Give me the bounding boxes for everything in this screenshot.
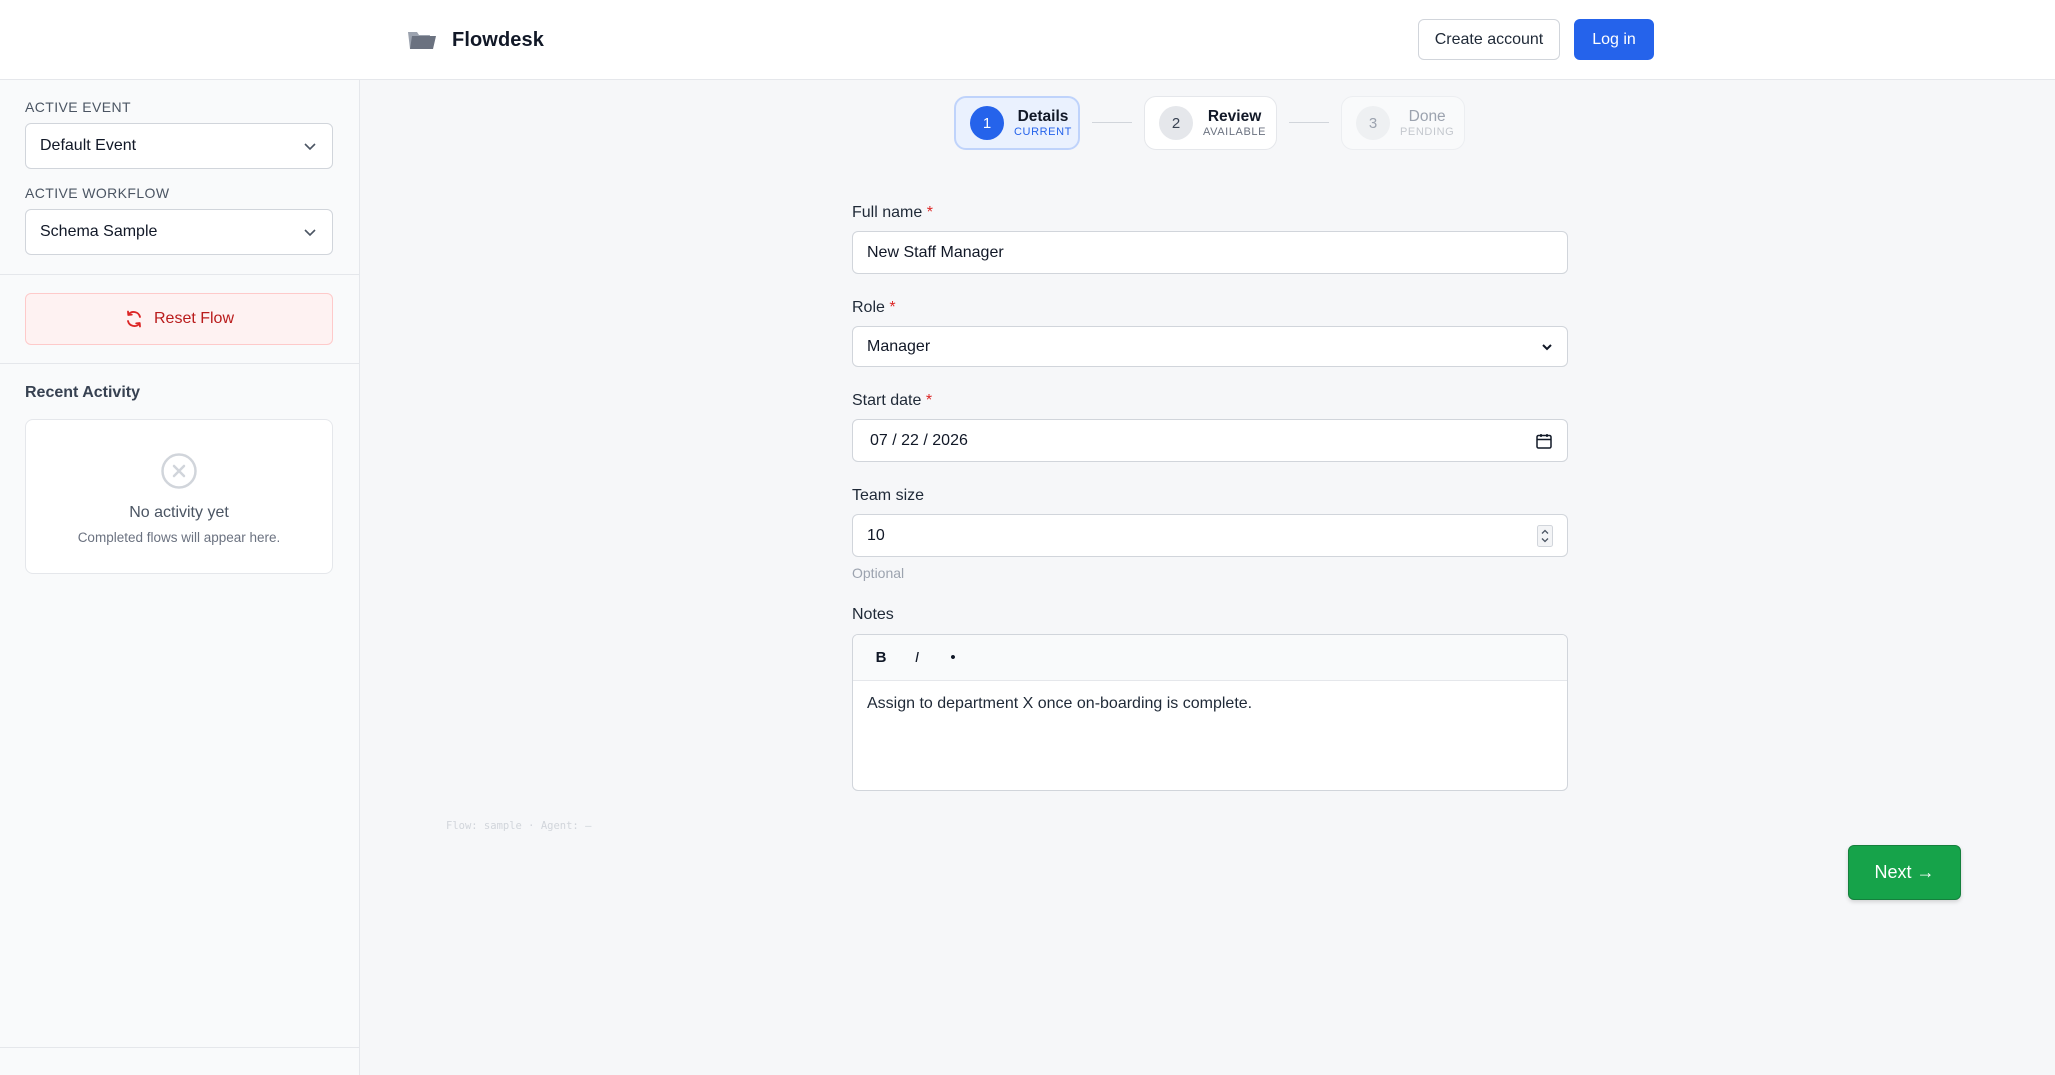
notes-text-area[interactable]: Assign to department X once on-boarding …: [853, 681, 1567, 727]
step-status: CURRENT: [1014, 125, 1072, 138]
step-status: PENDING: [1400, 125, 1455, 138]
circle-x-icon: [161, 453, 197, 489]
start-date-label: Start date *: [852, 392, 932, 410]
folder-logo-icon: [406, 24, 438, 56]
step-review[interactable]: 2 Review AVAILABLE: [1144, 96, 1277, 150]
active-event-select[interactable]: Default Event: [25, 123, 333, 169]
team-size-label-text: Team size: [852, 487, 925, 504]
team-size-value: 10: [867, 526, 885, 544]
editor-toolbar: B I •: [853, 635, 1567, 681]
step-title: Done: [1408, 107, 1446, 125]
step-title: Review: [1207, 107, 1262, 125]
create-account-button[interactable]: Create account: [1418, 19, 1560, 60]
chevron-down-icon: [304, 143, 316, 151]
start-date-value: 07 / 22 / 2026: [870, 431, 968, 449]
reset-flow-label: Reset Flow: [153, 310, 235, 327]
notes-label-text: Notes: [852, 606, 894, 623]
step-number: 2: [1159, 106, 1193, 140]
start-date-label-text: Start date: [852, 392, 922, 409]
full-name-input[interactable]: New Staff Manager: [852, 231, 1568, 274]
notes-editor[interactable]: B I • Assign to department X once on-boa…: [852, 634, 1568, 791]
chevron-down-icon: [304, 229, 316, 237]
brand[interactable]: Flowdesk: [406, 24, 544, 56]
required-marker: *: [889, 299, 896, 316]
recent-activity-title: Recent Activity: [25, 384, 140, 401]
empty-title: No activity yet: [129, 504, 229, 521]
active-workflow-label: ACTIVE WORKFLOW: [25, 185, 170, 201]
active-event-label: ACTIVE EVENT: [25, 99, 131, 115]
active-workflow-select[interactable]: Schema Sample: [25, 209, 333, 255]
role-label-text: Role: [852, 299, 885, 316]
start-date-input[interactable]: 07 / 22 / 2026: [852, 419, 1568, 462]
role-label: Role *: [852, 299, 896, 317]
step-connector: [1092, 122, 1132, 123]
role-select[interactable]: Manager: [852, 326, 1568, 367]
notes-label: Notes: [852, 606, 894, 624]
team-size-input[interactable]: 10: [852, 514, 1568, 557]
sidebar-divider: [0, 363, 359, 364]
step-details[interactable]: 1 Details CURRENT: [954, 96, 1080, 150]
full-name-label: Full name *: [852, 204, 933, 222]
italic-button[interactable]: I: [903, 644, 931, 672]
role-value: Manager: [867, 337, 931, 355]
stepper-arrows-icon[interactable]: [1537, 524, 1553, 547]
team-size-label: Team size: [852, 487, 924, 505]
step-title: Details: [1017, 107, 1069, 125]
sidebar-divider: [0, 274, 359, 275]
full-name-value: New Staff Manager: [867, 243, 1004, 261]
step-number: 1: [970, 106, 1004, 140]
debug-info: Flow: sample · Agent: —: [446, 820, 592, 832]
calendar-icon[interactable]: [1535, 432, 1553, 450]
chevron-down-icon: [1542, 343, 1552, 350]
required-marker: *: [926, 204, 933, 221]
step-connector: [1289, 122, 1329, 123]
login-button[interactable]: Log in: [1574, 19, 1654, 60]
refresh-icon: [127, 310, 141, 328]
bold-button[interactable]: B: [867, 644, 895, 672]
active-event-value: Default Event: [40, 137, 137, 154]
brand-name: Flowdesk: [452, 28, 544, 51]
sidebar-bottom-divider: [0, 1047, 359, 1048]
active-workflow-value: Schema Sample: [40, 223, 158, 240]
empty-subtitle: Completed flows will appear here.: [77, 530, 281, 545]
full-name-label-text: Full name: [852, 204, 923, 221]
empty-activity-card: No activity yet Completed flows will app…: [25, 419, 333, 574]
bullet-list-button[interactable]: •: [939, 644, 967, 672]
next-button[interactable]: Next →: [1848, 845, 1961, 900]
step-number: 3: [1356, 106, 1390, 140]
step-done: 3 Done PENDING: [1341, 96, 1465, 150]
reset-flow-button[interactable]: Reset Flow: [25, 293, 333, 345]
required-marker: *: [925, 392, 933, 409]
team-size-help: Optional: [852, 565, 905, 581]
sidebar: ACTIVE EVENT Default Event ACTIVE WORKFL…: [0, 80, 360, 1075]
top-header: Flowdesk Create account Log in: [0, 0, 2055, 80]
step-status: AVAILABLE: [1203, 125, 1267, 138]
